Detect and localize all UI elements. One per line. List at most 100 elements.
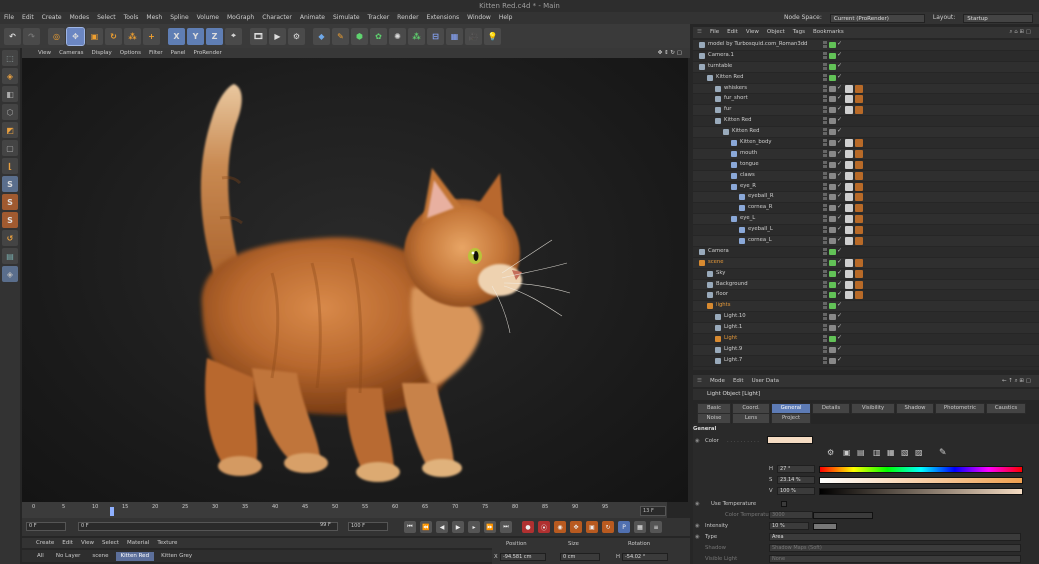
menu-extensions[interactable]: Extensions bbox=[423, 12, 464, 24]
camera-icon[interactable]: 🎥 bbox=[465, 27, 482, 45]
node-space-dropdown[interactable]: Current (ProRender) bbox=[829, 13, 925, 23]
menu-render[interactable]: Render bbox=[393, 12, 422, 24]
enable-checkbox[interactable] bbox=[829, 74, 836, 81]
visibility-dots[interactable] bbox=[823, 313, 827, 321]
check-icon[interactable]: ✓ bbox=[837, 334, 842, 341]
position-x-field[interactable]: -94.581 cm bbox=[500, 553, 546, 561]
deformer-icon[interactable]: ✺ bbox=[389, 27, 406, 45]
intensity-anim-dot-icon[interactable]: ◉ bbox=[695, 523, 700, 529]
enable-checkbox[interactable] bbox=[829, 259, 836, 266]
material-tag-icon[interactable] bbox=[845, 226, 853, 235]
material-menu-select[interactable]: Select bbox=[98, 538, 123, 548]
object-row[interactable]: Light.1 ✓ bbox=[693, 323, 1039, 335]
cube-primitive-icon[interactable]: ◆ bbox=[313, 27, 330, 45]
material-tag-icon[interactable] bbox=[845, 215, 853, 224]
visibility-dots[interactable] bbox=[823, 62, 827, 71]
material-tag-icon[interactable] bbox=[845, 258, 853, 267]
enable-checkbox[interactable] bbox=[829, 325, 836, 332]
material-tag-icon[interactable] bbox=[845, 95, 853, 104]
object-row[interactable]: Kitten Red ✓ bbox=[693, 127, 1039, 139]
enable-checkbox[interactable] bbox=[829, 194, 836, 201]
enable-checkbox[interactable] bbox=[829, 129, 836, 136]
texture-mode-icon[interactable]: ◧ bbox=[2, 86, 18, 102]
enable-checkbox[interactable] bbox=[829, 292, 836, 299]
check-icon[interactable]: ✓ bbox=[837, 73, 842, 80]
use-temp-anim-dot-icon[interactable]: ◉ bbox=[695, 501, 700, 507]
check-icon[interactable]: ✓ bbox=[837, 247, 842, 254]
menu-character[interactable]: Character bbox=[258, 12, 296, 24]
check-icon[interactable]: ✓ bbox=[837, 138, 842, 145]
visibility-dots[interactable] bbox=[823, 302, 827, 310]
keyframe-selection-icon[interactable]: ◉ bbox=[554, 521, 566, 533]
object-row[interactable]: fur ✓ bbox=[693, 105, 1039, 117]
rotation-h-field[interactable]: -54.02 ° bbox=[622, 553, 668, 561]
pen-spline-icon[interactable]: ✎ bbox=[332, 27, 349, 45]
attribute-menu-user-data[interactable]: User Data bbox=[748, 375, 783, 387]
object-menu-view[interactable]: View bbox=[742, 27, 763, 38]
attribute-nav-icons[interactable]: ← ↑ ⌕ ⊞ ▢ bbox=[998, 375, 1035, 387]
menu-file[interactable]: File bbox=[0, 12, 18, 24]
object-row[interactable]: Camera.1 ✓ bbox=[693, 51, 1039, 62]
intensity-slider[interactable] bbox=[813, 523, 837, 530]
check-icon[interactable]: ✓ bbox=[837, 203, 842, 210]
visibility-dots[interactable] bbox=[823, 160, 827, 169]
check-icon[interactable]: ✓ bbox=[837, 62, 842, 69]
array-icon[interactable]: ✿ bbox=[370, 27, 387, 45]
material-tag-icon[interactable] bbox=[845, 269, 853, 278]
visibility-dots[interactable] bbox=[823, 84, 827, 93]
enable-checkbox[interactable] bbox=[829, 281, 836, 288]
enable-checkbox[interactable] bbox=[829, 161, 836, 168]
enable-checkbox[interactable] bbox=[829, 216, 836, 223]
object-row[interactable]: turntable ✓ bbox=[693, 61, 1039, 73]
x-axis-toggle[interactable]: X bbox=[168, 27, 185, 45]
menu-mograph[interactable]: MoGraph bbox=[223, 12, 258, 24]
check-icon[interactable]: ✓ bbox=[837, 258, 842, 265]
playhead[interactable] bbox=[110, 507, 114, 516]
spectrum-icon[interactable]: ▣ bbox=[843, 448, 851, 457]
menu-spline[interactable]: Spline bbox=[166, 12, 192, 24]
record-icon[interactable]: ● bbox=[522, 521, 534, 533]
visibility-dots[interactable] bbox=[823, 204, 827, 212]
material-menu-edit[interactable]: Edit bbox=[58, 538, 77, 548]
tab-visibility[interactable]: Visibility bbox=[851, 402, 895, 414]
enable-checkbox[interactable] bbox=[829, 205, 836, 212]
visibility-dots[interactable] bbox=[823, 117, 827, 125]
material-tag-icon[interactable] bbox=[855, 258, 863, 267]
menu-animate[interactable]: Animate bbox=[296, 12, 329, 24]
object-menu-bookmarks[interactable]: Bookmarks bbox=[809, 27, 848, 38]
visibility-dots[interactable] bbox=[823, 128, 827, 136]
visibility-dots[interactable] bbox=[823, 335, 827, 343]
preview-range-field[interactable]: 0 F bbox=[78, 522, 338, 531]
material-tag-icon[interactable] bbox=[845, 193, 853, 202]
render-picture-viewer-icon[interactable]: ▶ bbox=[269, 27, 286, 45]
check-icon[interactable]: ✓ bbox=[837, 236, 842, 243]
undo-icon[interactable]: ↶ bbox=[4, 27, 21, 45]
check-icon[interactable]: ✓ bbox=[837, 94, 842, 101]
filter-no-layer[interactable]: No Layer bbox=[51, 552, 86, 561]
light-icon[interactable]: 💡 bbox=[484, 27, 501, 45]
visibility-dots[interactable] bbox=[823, 171, 827, 180]
hsv-mode-icon[interactable]: ▦ bbox=[887, 448, 895, 457]
object-menu-tags[interactable]: Tags bbox=[789, 27, 809, 38]
color-temperature-slider[interactable] bbox=[813, 512, 873, 519]
visibility-dots[interactable] bbox=[823, 269, 827, 278]
key-rotation-icon[interactable]: ↻ bbox=[602, 521, 614, 533]
object-row[interactable]: eyeball_L ✓ bbox=[693, 225, 1039, 237]
viewport-menu-panel[interactable]: Panel bbox=[167, 48, 190, 58]
check-icon[interactable]: ✓ bbox=[837, 269, 842, 276]
menu-help[interactable]: Help bbox=[495, 12, 517, 24]
key-scale-icon[interactable]: ▣ bbox=[586, 521, 598, 533]
filter-kitten-grey[interactable]: Kitten Grey bbox=[156, 552, 197, 561]
enable-checkbox[interactable] bbox=[829, 140, 836, 147]
visibility-dots[interactable] bbox=[823, 139, 827, 147]
visibility-dots[interactable] bbox=[823, 182, 827, 191]
enable-checkbox[interactable] bbox=[829, 150, 836, 157]
material-tag-icon[interactable] bbox=[855, 84, 863, 93]
attribute-menu-mode[interactable]: Mode bbox=[706, 375, 729, 387]
menu-simulate[interactable]: Simulate bbox=[329, 12, 364, 24]
menu-volume[interactable]: Volume bbox=[193, 12, 223, 24]
enable-checkbox[interactable] bbox=[829, 357, 836, 364]
next-key-icon[interactable]: ⏩ bbox=[484, 521, 496, 533]
check-icon[interactable]: ✓ bbox=[837, 323, 842, 330]
material-tag-icon[interactable] bbox=[855, 215, 863, 224]
